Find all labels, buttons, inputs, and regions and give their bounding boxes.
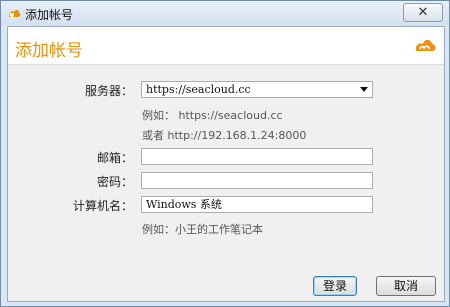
window-title: 添加帐号 (25, 8, 74, 22)
close-icon: ✕ (417, 5, 429, 20)
password-label: 密码： (96, 175, 133, 189)
title-bar[interactable]: 添加帐号 ✕ (1, 1, 449, 25)
email-field[interactable] (141, 148, 373, 165)
seafile-logo-icon (415, 39, 436, 51)
server-label: 服务器： (84, 84, 133, 98)
password-field[interactable] (141, 172, 373, 189)
computer-name-hint: 例如：小王的工作笔记本 (142, 223, 263, 236)
computer-name-field[interactable]: Windows 系统 (141, 196, 373, 213)
chevron-down-icon (360, 87, 368, 92)
computer-name-label: 计算机名： (72, 199, 133, 213)
server-value: https://seacloud.cc (146, 83, 251, 96)
page-title: 添加帐号 (15, 41, 83, 61)
app-icon (9, 9, 21, 17)
cancel-button[interactable]: 取消 (376, 276, 436, 296)
dialog-header: 添加帐号 (8, 27, 444, 65)
server-hint-example: 例如： https://seacloud.cc (142, 109, 283, 122)
email-label: 邮箱： (96, 151, 133, 165)
close-button[interactable]: ✕ (403, 3, 443, 22)
dialog-body: 添加帐号 服务器： https://seacloud.cc 例如： https:… (7, 26, 445, 302)
server-select[interactable]: https://seacloud.cc (141, 81, 373, 98)
add-account-dialog: 添加帐号 ✕ 添加帐号 服务器： https://seacloud.cc 例如：… (0, 0, 450, 307)
server-hint-alternative: 或者 http://192.168.1.24:8000 (142, 129, 307, 142)
login-button[interactable]: 登录 (313, 276, 357, 296)
